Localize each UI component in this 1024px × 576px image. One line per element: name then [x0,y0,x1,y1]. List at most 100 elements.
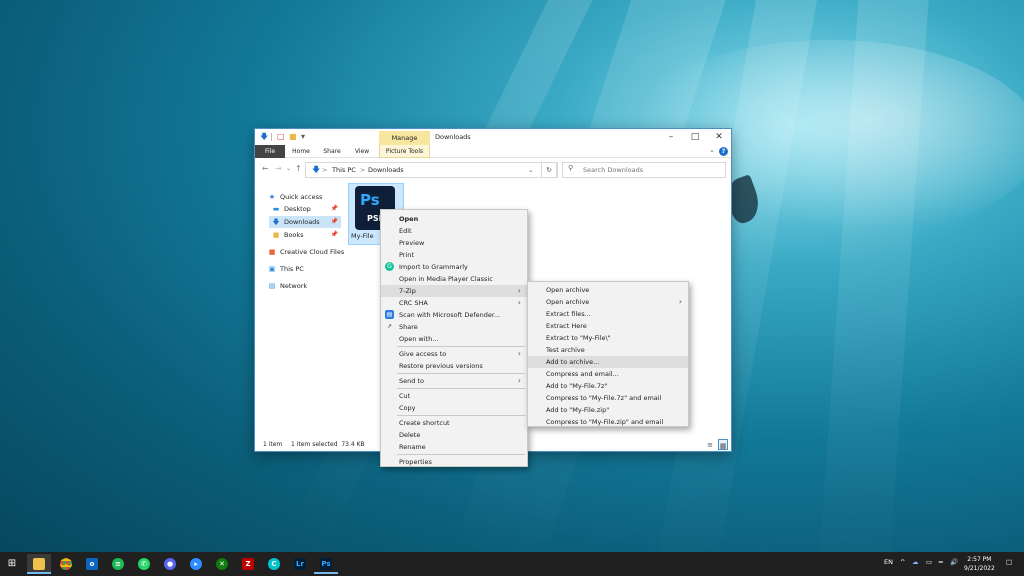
breadcrumb-this-pc[interactable]: This PC [332,163,356,177]
taskbar-outlook[interactable]: o [80,554,104,574]
tab-picture-tools[interactable]: Picture Tools [379,145,430,158]
new-folder-icon[interactable]: ■ [289,132,297,141]
window-title: Downloads [435,133,471,141]
expand-ribbon-icon[interactable]: ⌄ [709,146,715,154]
menu-item-grammarly[interactable]: G Import to Grammarly [381,261,527,273]
taskbar-photoshop[interactable]: Ps [314,554,338,574]
submenu-item-test-archive[interactable]: Test archive [528,344,688,356]
notifications-icon[interactable]: □ [1006,558,1012,566]
address-bar[interactable]: 🡇 > This PC > Downloads ⌄ [305,162,558,178]
help-icon[interactable]: ? [719,147,728,156]
nav-creative-cloud[interactable]: ■ Creative Cloud Files [267,246,345,258]
menu-item-restore-versions[interactable]: Restore previous versions [381,360,527,372]
submenu-arrow-icon: › [517,298,521,307]
close-button[interactable]: ✕ [707,129,731,145]
menu-item-cut[interactable]: Cut [381,390,527,402]
tab-share[interactable]: Share [319,145,345,158]
forward-icon[interactable]: → [275,164,282,173]
nav-label: Creative Cloud Files [280,248,345,256]
breadcrumb-downloads[interactable]: Downloads [368,163,404,177]
taskbar-zoom[interactable]: ▸ [184,554,208,574]
submenu-item-compress-zip-email[interactable]: Compress to "My-File.zip" and email [528,416,688,428]
show-hidden-icons-icon[interactable]: ^ [900,558,905,566]
menu-item-defender[interactable]: ▤ Scan with Microsoft Defender... [381,309,527,321]
submenu-item-open-archive-more[interactable]: Open archive › [528,296,688,308]
nav-label: This PC [280,265,304,273]
submenu-item-open-archive[interactable]: Open archive [528,284,688,296]
search-box[interactable]: ⚲ [562,162,726,178]
recent-locations-icon[interactable]: ⌄ [286,165,291,172]
manage-tab[interactable]: Manage [379,131,430,145]
volume-icon[interactable]: 🔊 [950,558,958,566]
separator-icon: | [270,132,273,141]
submenu-item-extract-to[interactable]: Extract to "My-File\" [528,332,688,344]
taskbar-chrome[interactable] [54,554,78,574]
tab-view[interactable]: View [350,145,374,158]
nav-downloads[interactable]: 🡇 Downloads 📌 [269,216,341,228]
taskbar-discord[interactable]: ● [158,554,182,574]
start-button[interactable]: ⊞ [0,554,24,574]
menu-item-properties[interactable]: Properties [381,456,527,468]
customize-quick-access-icon[interactable]: ▾ [301,132,305,141]
system-clock[interactable]: 2:57 PM 9/21/2022 [964,555,995,573]
nav-desktop[interactable]: ▬ Desktop 📌 [271,203,341,215]
taskbar: ⊞ o ≡ ✆ ● ▸ ✕ Z C Lr Ps EN ^ ☁ ▭ ≈ 🔊 2:5… [0,552,1024,576]
nav-this-pc[interactable]: ▣ This PC [267,263,341,275]
taskbar-whatsapp[interactable]: ✆ [132,554,156,574]
menu-item-open[interactable]: Open [381,213,527,225]
menu-item-share[interactable]: ↗ Share [381,321,527,333]
menu-item-copy[interactable]: Copy [381,402,527,414]
properties-icon[interactable]: □ [277,132,285,141]
menu-item-media-player-classic[interactable]: Open in Media Player Classic [381,273,527,285]
submenu-item-extract-here[interactable]: Extract Here [528,320,688,332]
taskbar-filezilla[interactable]: Z [236,554,260,574]
menu-item-create-shortcut[interactable]: Create shortcut [381,417,527,429]
menu-item-crc-sha[interactable]: CRC SHA › [381,297,527,309]
tab-file[interactable]: File [255,145,285,158]
menu-item-send-to[interactable]: Send to › [381,375,527,387]
language-indicator[interactable]: EN [884,558,893,566]
tab-home[interactable]: Home [288,145,314,158]
menu-label: 7-Zip [399,287,416,295]
maximize-button[interactable]: □ [683,129,707,145]
refresh-button[interactable]: ↻ [541,162,557,178]
up-icon[interactable]: ↑ [295,164,302,173]
download-icon[interactable]: 🡇 [260,132,268,141]
menu-item-delete[interactable]: Delete [381,429,527,441]
menu-item-print[interactable]: Print [381,249,527,261]
submenu-item-compress-7z-email[interactable]: Compress to "My-File.7z" and email [528,392,688,404]
tablet-icon[interactable]: ▭ [926,558,932,566]
submenu-item-add-to-archive[interactable]: Add to archive... [528,356,688,368]
taskbar-lightroom[interactable]: Lr [288,554,312,574]
submenu-item-extract-files[interactable]: Extract files... [528,308,688,320]
wifi-icon[interactable]: ≈ [938,558,943,566]
address-dropdown-icon[interactable]: ⌄ [528,163,533,177]
search-input[interactable] [583,164,723,176]
menu-item-rename[interactable]: Rename [381,441,527,453]
ps-icon-letters: Ps [360,191,380,209]
taskbar-canva[interactable]: C [262,554,286,574]
menu-item-open-with[interactable]: Open with... [381,333,527,345]
large-icons-view-icon[interactable]: ▦ [718,439,728,450]
nav-network[interactable]: ▤ Network [267,280,341,292]
pin-icon: 📌 [330,205,338,212]
taskbar-file-explorer[interactable] [27,554,51,574]
menu-item-preview[interactable]: Preview [381,237,527,249]
network-icon: ▤ [268,282,276,290]
nav-quick-access[interactable]: ★ Quick access [267,191,341,203]
taskbar-xbox[interactable]: ✕ [210,554,234,574]
taskbar-spotify[interactable]: ≡ [106,554,130,574]
details-view-icon[interactable]: ≡ [705,439,715,450]
back-icon[interactable]: ← [262,164,269,173]
onedrive-icon[interactable]: ☁ [912,558,919,566]
menu-item-7zip[interactable]: 7-Zip › [381,285,527,297]
menu-item-give-access[interactable]: Give access to › [381,348,527,360]
nav-label: Desktop [284,205,311,213]
submenu-item-compress-email[interactable]: Compress and email... [528,368,688,380]
minimize-button[interactable]: – [659,129,683,145]
submenu-item-add-zip[interactable]: Add to "My-File.zip" [528,404,688,416]
menu-label: CRC SHA [399,299,428,307]
submenu-item-add-7z[interactable]: Add to "My-File.7z" [528,380,688,392]
nav-books[interactable]: ■ Books 📌 [271,229,341,241]
menu-item-edit[interactable]: Edit [381,225,527,237]
